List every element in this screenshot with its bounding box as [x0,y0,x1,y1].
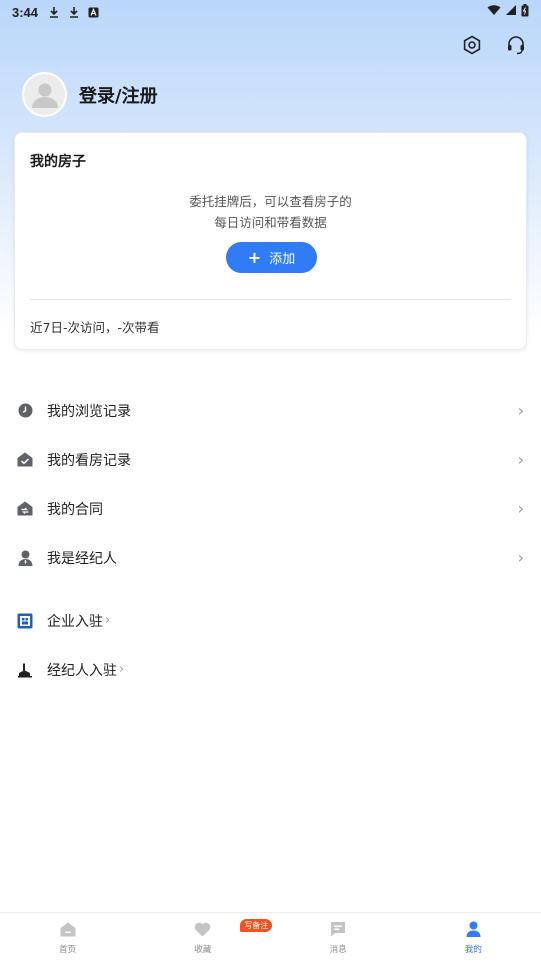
chevron-right-icon: › [105,613,111,628]
download-icon [68,6,80,18]
menu-item-viewing-history[interactable]: 我的看房记录 › [0,435,541,484]
card-description: 委托挂牌后，可以查看房子的 每日访问和带看数据 [15,191,526,233]
secondary-menu: 企业入驻 › 经纪人入驻 › [0,596,541,694]
card-desc-line1: 委托挂牌后，可以查看房子的 [189,194,352,209]
profile-header[interactable]: 登录/注册 [22,72,158,117]
menu-item-i-am-agent[interactable]: 我是经纪人 › [0,533,541,582]
menu-item-label: 我的浏览记录 [47,403,131,420]
chevron-right-icon: › [517,450,524,469]
menu-item-label: 我的合同 [47,501,103,518]
house-check-icon [17,452,33,468]
login-register-link[interactable]: 登录/注册 [79,82,158,108]
person-icon [17,550,33,566]
user-icon [466,921,481,941]
bottom-tab-bar: 首页 写备注 收藏 消息 我的 [0,912,541,963]
tab-label: 收藏 [194,944,212,955]
main-menu: 我的浏览记录 › 我的看房记录 › 我的合同 › 我是经纪人 › [0,386,541,582]
tab-label: 我的 [464,945,482,955]
enterprise-icon [17,613,33,629]
home-icon [60,922,76,941]
status-time: 3:44 [12,4,39,20]
settings-icon [462,35,482,59]
menu-item-label: 经纪人入驻 [47,662,117,679]
chevron-right-icon: › [517,548,524,567]
menu-item-browse-history[interactable]: 我的浏览记录 › [0,386,541,435]
tab-messages[interactable]: 消息 [271,913,406,963]
settings-button[interactable] [461,35,483,59]
customer-service-button[interactable] [505,36,527,58]
headset-icon [506,35,526,59]
agent-icon [17,662,33,678]
divider [30,299,511,300]
a-icon [88,7,99,18]
message-icon [330,921,346,941]
tab-favorites[interactable]: 写备注 收藏 [135,913,273,963]
menu-item-contracts[interactable]: 我的合同 › [0,484,541,533]
header-actions [461,35,527,59]
notes-badge: 写备注 [240,919,273,932]
chevron-right-icon: › [517,401,524,420]
weekly-stats: 近7日-次访问，-次带看 [30,320,160,335]
tab-me[interactable]: 我的 [406,913,541,963]
menu-item-agent-join[interactable]: 经纪人入驻 › [0,645,541,694]
menu-item-label: 企业入驻 [47,613,103,630]
wifi-icon [487,4,501,20]
chevron-right-icon: › [517,499,524,518]
default-avatar-icon [31,83,58,108]
menu-item-label: 我是经纪人 [47,550,117,567]
my-house-card: 我的房子 委托挂牌后，可以查看房子的 每日访问和带看数据 + 添加 近7日-次访… [14,132,527,350]
card-title: 我的房子 [30,154,86,170]
contract-icon [17,501,33,517]
tab-home[interactable]: 首页 [0,913,135,963]
plus-icon: + [247,247,262,267]
avatar[interactable] [22,72,67,117]
clock-icon [17,403,33,419]
chevron-right-icon: › [119,662,125,677]
menu-item-label: 我的看房记录 [47,452,131,469]
tab-label: 消息 [329,945,347,955]
heart-icon [194,922,211,941]
add-house-button[interactable]: + 添加 [226,242,317,273]
download-icon [48,6,60,18]
add-button-label: 添加 [269,252,296,267]
battery-icon [521,3,529,21]
tab-label: 首页 [59,944,77,955]
card-desc-line2: 每日访问和带看数据 [214,215,327,230]
signal-icon [505,4,517,20]
status-bar: 3:44 [0,0,541,24]
menu-item-enterprise-join[interactable]: 企业入驻 › [0,596,541,645]
